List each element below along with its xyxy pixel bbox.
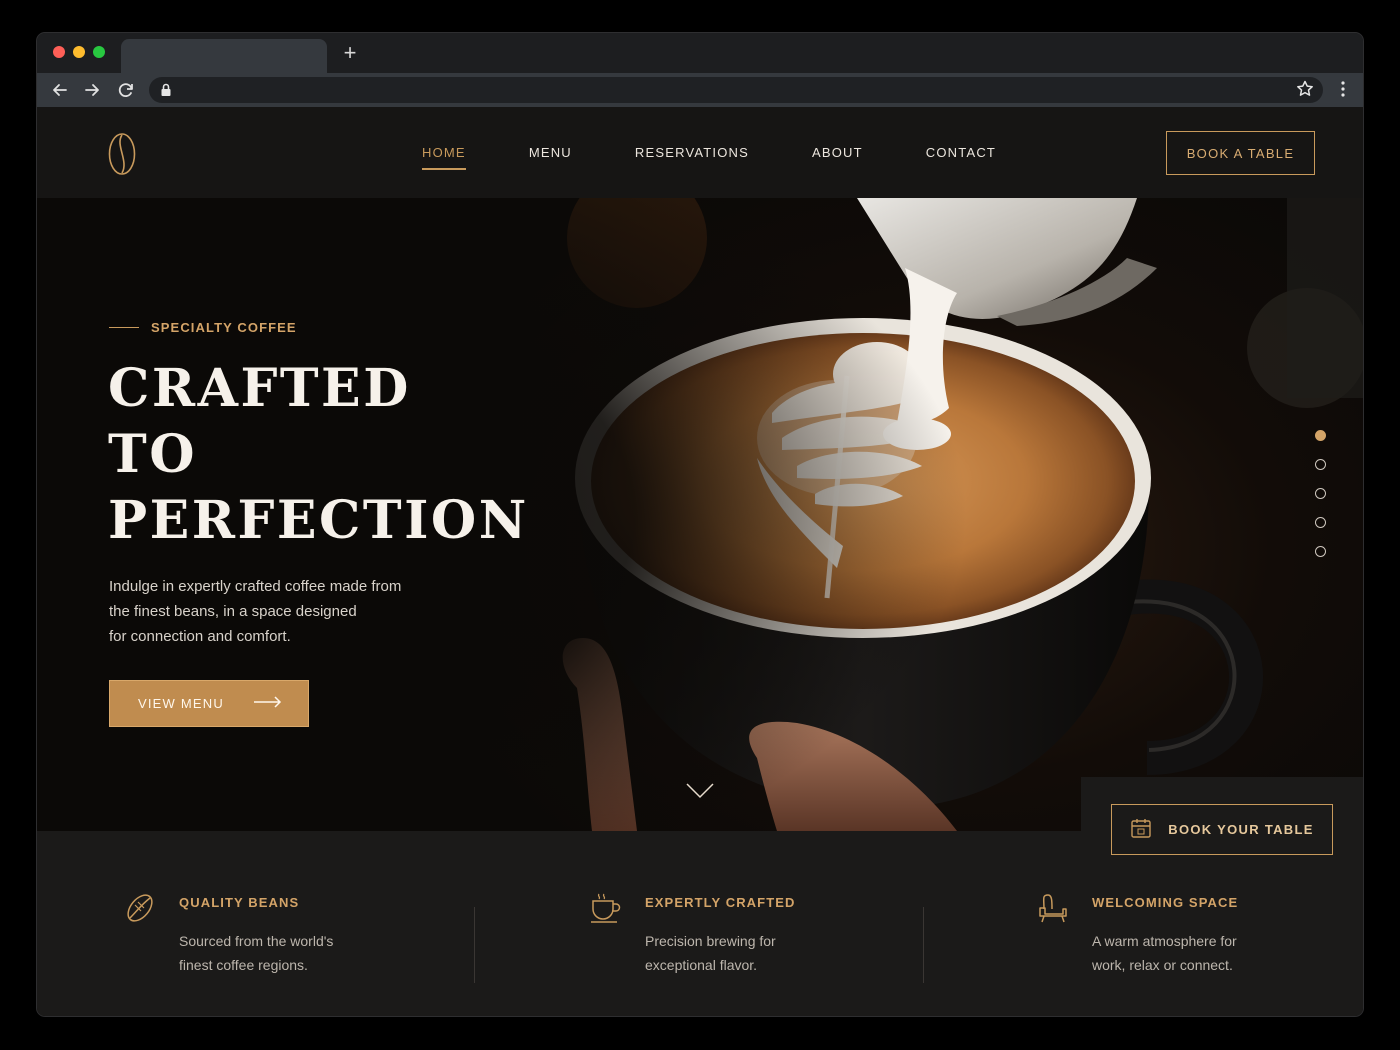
forward-arrow-icon[interactable] bbox=[81, 79, 103, 101]
booking-panel: BOOK YOUR TABLE bbox=[1081, 777, 1363, 880]
feature-description: Sourced from the world's finest coffee r… bbox=[179, 929, 379, 977]
coffee-bean-logo-icon[interactable] bbox=[107, 131, 137, 182]
slide-dot[interactable] bbox=[1315, 546, 1326, 557]
feature-title: QUALITY BEANS bbox=[179, 895, 300, 910]
slide-dot[interactable] bbox=[1315, 517, 1326, 528]
url-field[interactable] bbox=[149, 77, 1323, 103]
tab-bar: + bbox=[37, 33, 1363, 73]
headline-line: PERFECTION bbox=[108, 490, 529, 551]
description-line: Indulge in expertly crafted coffee made … bbox=[109, 578, 402, 595]
coffee-bean-icon bbox=[123, 891, 157, 930]
nav-item-menu[interactable]: MENU bbox=[529, 145, 572, 170]
hero-eyebrow: SPECIALTY COFFEE bbox=[109, 320, 297, 335]
address-bar bbox=[37, 73, 1363, 107]
browser-tab[interactable] bbox=[121, 39, 327, 73]
slide-dot[interactable] bbox=[1315, 430, 1326, 441]
eyebrow-rule bbox=[109, 326, 139, 329]
book-a-table-button[interactable]: BOOK A TABLE bbox=[1166, 131, 1315, 175]
feature-description-line: Precision brewing for bbox=[645, 933, 776, 949]
feature-description: A warm atmosphere for work, relax or con… bbox=[1092, 929, 1292, 977]
feature-divider bbox=[474, 907, 475, 983]
feature-divider bbox=[923, 907, 924, 983]
headline-line: CRAFTED bbox=[108, 358, 411, 419]
slide-dot[interactable] bbox=[1315, 459, 1326, 470]
calendar-icon bbox=[1130, 817, 1168, 842]
feature-description-line: work, relax or connect. bbox=[1092, 957, 1233, 973]
minimize-window-button[interactable] bbox=[73, 46, 85, 58]
coffee-cup-icon bbox=[589, 891, 623, 930]
nav-item-about[interactable]: ABOUT bbox=[812, 145, 863, 170]
lock-icon bbox=[159, 82, 173, 103]
back-arrow-icon[interactable] bbox=[49, 79, 71, 101]
feature-title: WELCOMING SPACE bbox=[1092, 895, 1239, 910]
hero-headline: CRAFTED TO PERFECTION bbox=[108, 356, 628, 554]
main-navigation: HOME MENU RESERVATIONS ABOUT CONTACT bbox=[422, 145, 1059, 170]
eyebrow-label: SPECIALTY COFFEE bbox=[151, 320, 297, 335]
feature-description-line: Sourced from the world's bbox=[179, 933, 334, 949]
reload-icon[interactable] bbox=[115, 79, 137, 101]
feature-description-line: finest coffee regions. bbox=[179, 957, 308, 973]
armchair-icon bbox=[1036, 891, 1070, 930]
site-header: HOME MENU RESERVATIONS ABOUT CONTACT BOO… bbox=[37, 107, 1363, 198]
bookmark-star-icon[interactable] bbox=[1295, 79, 1315, 104]
browser-window: + HOME MENU RESERVATIONS ABOUT CONTACT B… bbox=[36, 32, 1364, 1017]
hero-section: SPECIALTY COFFEE CRAFTED TO PERFECTION I… bbox=[37, 198, 1363, 831]
book-your-table-label: BOOK YOUR TABLE bbox=[1168, 822, 1314, 837]
nav-item-reservations[interactable]: RESERVATIONS bbox=[635, 145, 749, 170]
book-your-table-button[interactable]: BOOK YOUR TABLE bbox=[1111, 804, 1333, 855]
arrow-right-icon bbox=[254, 696, 282, 711]
description-line: the finest beans, in a space designed bbox=[109, 603, 357, 620]
new-tab-button[interactable]: + bbox=[337, 40, 363, 66]
view-menu-label: VIEW MENU bbox=[138, 696, 224, 711]
browser-menu-icon[interactable] bbox=[1337, 79, 1349, 104]
website: HOME MENU RESERVATIONS ABOUT CONTACT BOO… bbox=[37, 107, 1363, 1016]
chevron-down-icon[interactable] bbox=[686, 783, 714, 804]
maximize-window-button[interactable] bbox=[93, 46, 105, 58]
slide-indicators bbox=[1315, 430, 1326, 575]
hero-description: Indulge in expertly crafted coffee made … bbox=[109, 574, 439, 649]
description-line: for connection and comfort. bbox=[109, 628, 291, 645]
nav-item-contact[interactable]: CONTACT bbox=[926, 145, 996, 170]
headline-line: TO bbox=[108, 424, 197, 485]
view-menu-button[interactable]: VIEW MENU bbox=[109, 680, 309, 727]
feature-description: Precision brewing for exceptional flavor… bbox=[645, 929, 845, 977]
nav-item-home[interactable]: HOME bbox=[422, 145, 466, 170]
close-window-button[interactable] bbox=[53, 46, 65, 58]
feature-description-line: A warm atmosphere for bbox=[1092, 933, 1237, 949]
feature-description-line: exceptional flavor. bbox=[645, 957, 758, 973]
slide-dot[interactable] bbox=[1315, 488, 1326, 499]
feature-title: EXPERTLY CRAFTED bbox=[645, 895, 796, 910]
